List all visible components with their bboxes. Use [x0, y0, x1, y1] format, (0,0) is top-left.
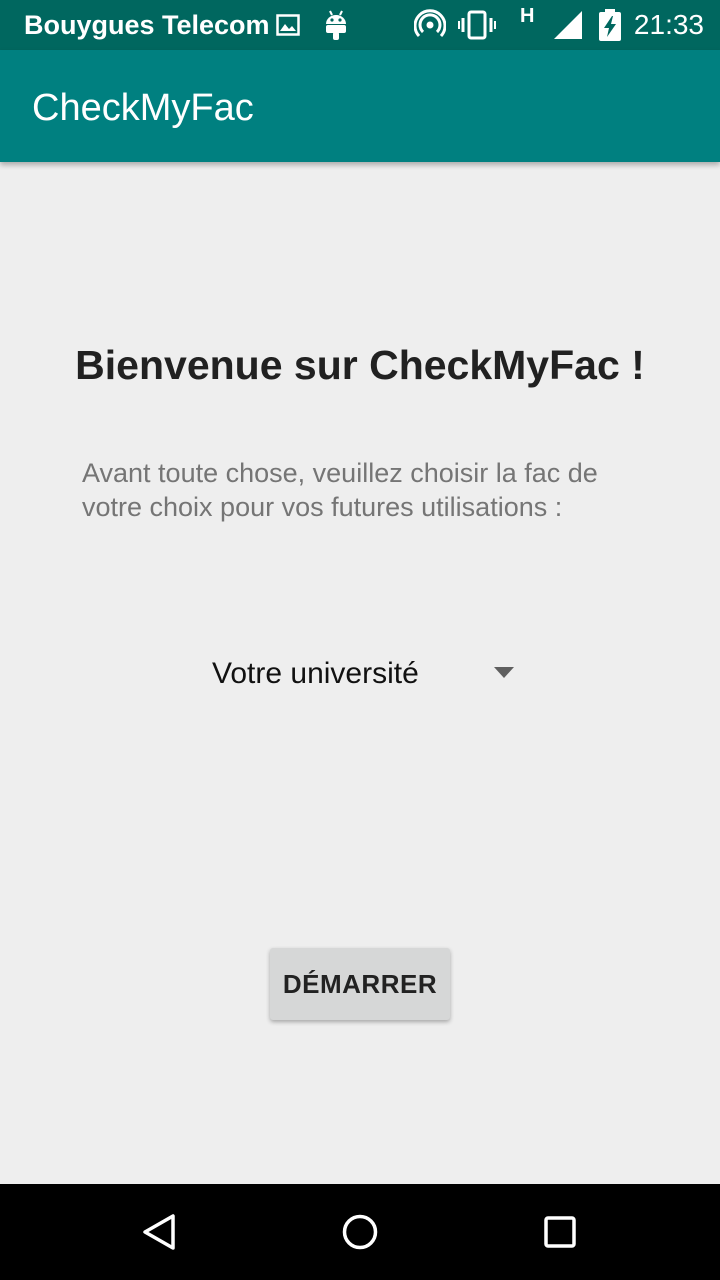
vibrate-icon [458, 9, 496, 41]
clock: 21:33 [633, 9, 704, 40]
android-debug-icon [324, 9, 348, 41]
navigation-bar [0, 1184, 720, 1280]
welcome-heading: Bienvenue sur CheckMyFac ! [75, 342, 645, 388]
back-icon[interactable] [130, 1202, 190, 1262]
image-notification-icon [276, 9, 300, 41]
signal-icon [552, 9, 584, 41]
hotspot-icon [414, 9, 446, 41]
app-title: CheckMyFac [32, 87, 254, 129]
spinner-selected-value: Votre université [212, 657, 419, 690]
recents-icon[interactable] [530, 1202, 590, 1262]
status-bar: Bouygues Telecom H 21:33 [0, 0, 720, 50]
start-button[interactable]: DÉMARRER [270, 948, 450, 1020]
dropdown-arrow-icon [494, 667, 514, 678]
university-spinner[interactable]: Votre université [212, 650, 532, 698]
intro-text: Avant toute chose, veuillez choisir la f… [82, 458, 598, 522]
network-type-label: H [520, 5, 535, 27]
main-content: Bienvenue sur CheckMyFac ! Avant toute c… [0, 162, 720, 1184]
home-icon[interactable] [330, 1202, 390, 1262]
battery-charging-icon [598, 9, 622, 41]
app-bar: CheckMyFac [0, 50, 720, 162]
carrier-name: Bouygues Telecom [24, 10, 270, 40]
